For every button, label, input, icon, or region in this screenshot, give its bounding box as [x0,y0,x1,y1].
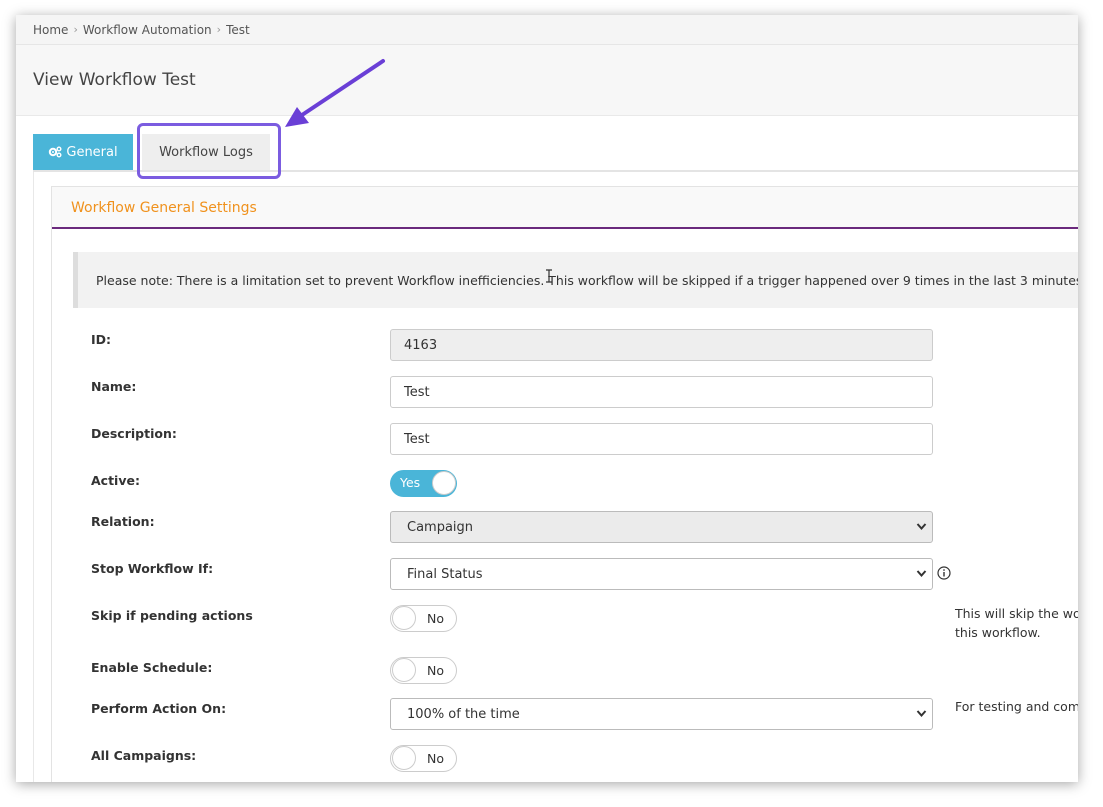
active-toggle[interactable]: Yes [390,470,457,497]
panel-heading: Workflow General Settings [52,187,1078,229]
stop-workflow-label: Stop Workflow If: [91,561,214,576]
breadcrumb-home[interactable]: Home [33,23,68,37]
name-field[interactable]: Test [390,376,933,408]
skip-pending-help-line-1: This will skip the workflow [955,606,1078,621]
info-icon[interactable] [937,566,951,580]
name-label: Name: [91,379,137,394]
relation-value: Campaign [407,519,474,535]
active-label: Active: [91,473,140,488]
stop-workflow-value: Final Status [407,566,483,582]
all-campaigns-toggle[interactable]: No [390,745,457,772]
gears-icon [49,146,62,158]
toggle-knob [392,606,416,630]
annotation-arrow-icon [285,59,385,127]
limitation-note: Please note: There is a limitation set t… [73,252,1078,308]
relation-label: Relation: [91,514,155,529]
app-window: Home › Workflow Automation › Test View W… [16,15,1078,782]
chevron-down-icon [916,523,927,531]
id-value: 4163 [404,337,438,353]
description-label: Description: [91,426,177,441]
skip-pending-label: Skip if pending actions [91,608,253,623]
panel-title: Workflow General Settings [71,200,257,216]
toggle-knob [392,658,416,682]
enable-schedule-toggle[interactable]: No [390,657,457,684]
perform-action-help: For testing and comparing [955,699,1078,714]
breadcrumb-workflow-automation[interactable]: Workflow Automation [83,23,212,37]
page-title: View Workflow Test [33,70,196,90]
tab-content: Workflow General Settings Please note: T… [33,172,1078,782]
active-toggle-label: Yes [400,475,421,490]
name-value: Test [404,384,430,400]
perform-action-label: Perform Action On: [91,701,227,716]
enable-schedule-label: Enable Schedule: [91,660,213,675]
skip-pending-help: This will skip the workflow this workflo… [955,604,1078,642]
breadcrumb: Home › Workflow Automation › Test [16,15,1078,45]
chevron-down-icon [916,710,927,718]
id-field: 4163 [390,329,933,361]
all-campaigns-toggle-label: No [427,751,444,766]
chevron-right-icon: › [73,23,78,36]
page-header: View Workflow Test [16,45,1078,116]
text-cursor-icon [546,269,552,283]
toggle-knob [392,746,416,770]
all-campaigns-label: All Campaigns: [91,748,197,763]
toggle-knob [432,471,456,495]
breadcrumb-current: Test [226,22,250,37]
tab-general-label: General [66,144,118,160]
description-field[interactable]: Test [390,423,933,455]
tab-general[interactable]: General [33,134,133,170]
perform-action-value: 100% of the time [407,706,520,722]
note-text: Please note: There is a limitation set t… [96,272,1078,288]
skip-pending-help-line-2: this workflow. [955,625,1041,640]
perform-action-select[interactable]: 100% of the time [390,698,933,730]
settings-panel: Workflow General Settings Please note: T… [51,186,1078,782]
id-label: ID: [91,332,112,347]
relation-select: Campaign [390,511,933,543]
skip-pending-toggle[interactable]: No [390,605,457,632]
enable-schedule-toggle-label: No [427,663,444,678]
skip-pending-toggle-label: No [427,611,444,626]
description-value: Test [404,431,430,447]
chevron-right-icon: › [216,23,222,36]
stop-workflow-select[interactable]: Final Status [390,558,933,590]
chevron-down-icon [916,570,927,578]
highlight-box [137,123,281,179]
